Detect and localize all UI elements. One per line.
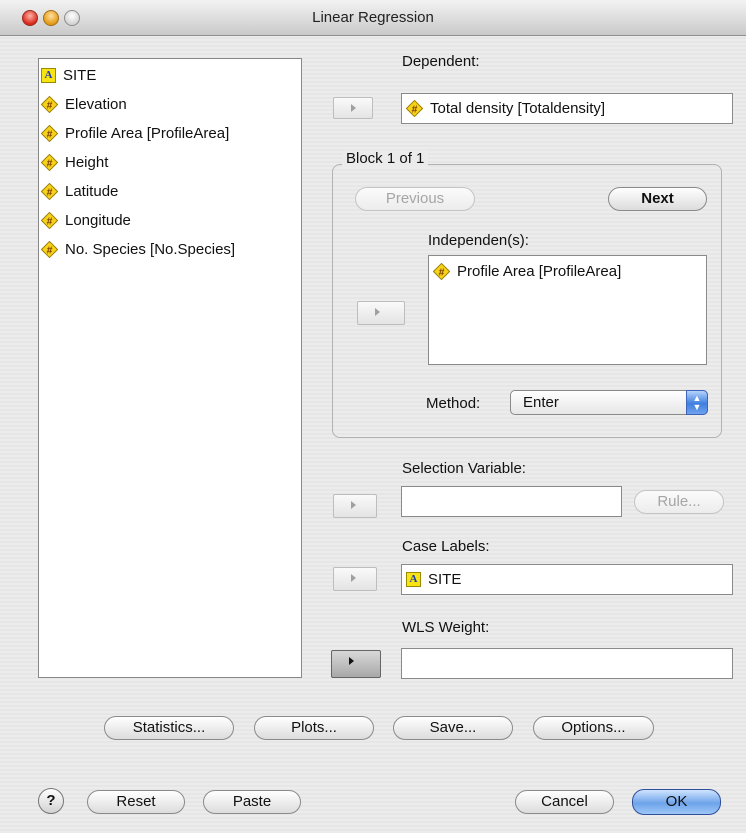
variable-list-item[interactable]: # Height: [41, 150, 108, 174]
scale-variable-icon: #: [41, 95, 58, 113]
dialog-body: A SITE # Elevation # Profile Area [ProfileAre…: [0, 36, 746, 833]
variable-list-item[interactable]: A SITE: [41, 63, 96, 87]
case-labels-label: Case Labels:: [402, 538, 490, 555]
variable-label: Latitude: [65, 182, 119, 200]
selection-variable-field[interactable]: [401, 486, 622, 517]
variable-label: Profile Area [ProfileArea]: [65, 124, 230, 142]
title-bar: Linear Regression: [0, 0, 746, 36]
independent-item[interactable]: # Profile Area [ProfileArea]: [433, 260, 621, 282]
case-labels-value: SITE: [428, 571, 462, 588]
variable-label: SITE: [63, 66, 97, 84]
move-to-selection-button[interactable]: [333, 494, 377, 518]
plots-button[interactable]: Plots...: [254, 716, 374, 740]
independent-label: Profile Area [ProfileArea]: [457, 262, 622, 280]
nominal-variable-icon: A: [41, 67, 56, 83]
case-labels-field[interactable]: A SITE: [401, 564, 733, 595]
variable-list-item[interactable]: # Profile Area [ProfileArea]: [41, 121, 229, 145]
statistics-button[interactable]: Statistics...: [104, 716, 234, 740]
svg-text:#: #: [439, 267, 445, 278]
options-button[interactable]: Options...: [533, 716, 654, 740]
method-select[interactable]: Enter ▲ ▼: [510, 390, 708, 415]
method-value: Enter: [523, 394, 559, 411]
reset-button[interactable]: Reset: [87, 790, 185, 814]
scale-variable-icon: #: [41, 124, 58, 142]
rule-button[interactable]: Rule...: [634, 490, 724, 514]
nominal-variable-icon: A: [406, 572, 421, 587]
svg-text:#: #: [47, 158, 53, 169]
wls-weight-label: WLS Weight:: [402, 619, 490, 636]
svg-text:#: #: [47, 100, 53, 111]
independents-list[interactable]: # Profile Area [ProfileArea]: [428, 255, 707, 365]
variable-label: Longitude: [65, 211, 131, 229]
move-to-wls-button[interactable]: [331, 650, 381, 678]
scale-variable-icon: #: [406, 100, 423, 117]
variable-label: No. Species [No.Species]: [65, 240, 236, 258]
selection-variable-label: Selection Variable:: [402, 460, 526, 477]
svg-text:#: #: [412, 104, 418, 115]
svg-text:#: #: [47, 129, 53, 140]
scale-variable-icon: #: [41, 211, 58, 229]
svg-text:#: #: [47, 216, 53, 227]
variable-label: Height: [65, 153, 109, 171]
variable-list-item[interactable]: # Longitude: [41, 208, 131, 232]
svg-text:#: #: [47, 187, 53, 198]
dependent-value: Total density [Totaldensity]: [430, 100, 606, 117]
method-label: Method:: [426, 395, 481, 412]
cancel-button[interactable]: Cancel: [515, 790, 614, 814]
variable-list-item[interactable]: # Elevation: [41, 92, 127, 116]
dependent-field[interactable]: # Total density [Totaldensity]: [401, 93, 733, 124]
scale-variable-icon: #: [433, 262, 450, 280]
next-button[interactable]: Next: [608, 187, 707, 211]
scale-variable-icon: #: [41, 182, 58, 200]
move-to-dependent-button[interactable]: [333, 97, 373, 119]
paste-button[interactable]: Paste: [203, 790, 301, 814]
window-title: Linear Regression: [312, 9, 434, 26]
variable-list[interactable]: A SITE # Elevation # Profile Area [ProfileAre…: [38, 58, 302, 678]
dependent-label: Dependent:: [402, 53, 480, 70]
variable-list-item[interactable]: # Latitude: [41, 179, 118, 203]
move-to-independents-button[interactable]: [357, 301, 405, 325]
previous-button[interactable]: Previous: [355, 187, 475, 211]
block-legend: Block 1 of 1: [342, 150, 429, 167]
scale-variable-icon: #: [41, 240, 58, 258]
save-button[interactable]: Save...: [393, 716, 513, 740]
move-to-case-labels-button[interactable]: [333, 567, 377, 591]
variable-list-item[interactable]: # No. Species [No.Species]: [41, 237, 235, 261]
wls-weight-field[interactable]: [401, 648, 733, 679]
ok-button[interactable]: OK: [632, 789, 721, 815]
independents-label: Independen(s):: [428, 232, 529, 249]
updown-arrows-icon: ▲ ▼: [686, 390, 708, 415]
svg-text:#: #: [47, 245, 53, 256]
help-button[interactable]: ?: [38, 788, 64, 814]
scale-variable-icon: #: [41, 153, 58, 171]
variable-label: Elevation: [65, 95, 127, 113]
